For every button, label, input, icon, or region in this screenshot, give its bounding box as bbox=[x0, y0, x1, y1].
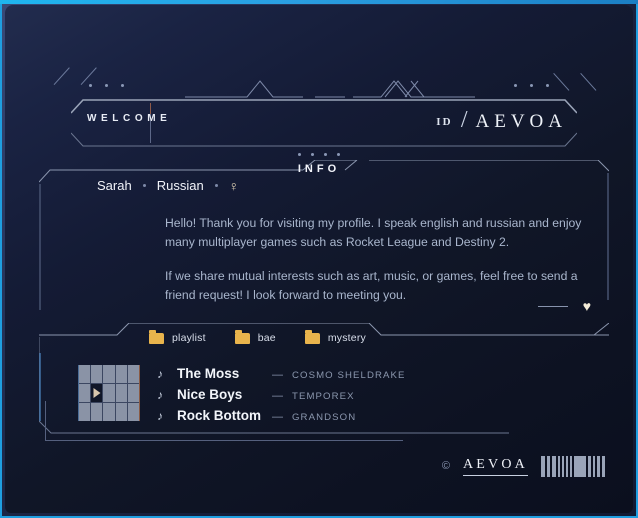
id-label: ID bbox=[436, 115, 453, 128]
album-tile bbox=[127, 365, 139, 383]
track-row[interactable]: ♪ The Moss — COSMO SHELDRAKE bbox=[157, 366, 406, 383]
play-icon[interactable] bbox=[93, 388, 101, 398]
track-dash: — bbox=[272, 369, 283, 381]
footer-divider-tick bbox=[45, 401, 46, 441]
album-tile bbox=[79, 403, 91, 421]
corner-slashes-right bbox=[554, 73, 597, 91]
album-tile bbox=[103, 365, 115, 383]
info-section-title: INFO bbox=[297, 163, 341, 175]
album-tile bbox=[103, 403, 115, 421]
identity-row: Sarah Russian ♀ bbox=[97, 178, 239, 193]
welcome-label: WELCOME bbox=[87, 113, 172, 124]
folder-tab-playlist[interactable]: playlist bbox=[149, 329, 206, 344]
slash-decoration-icon bbox=[554, 73, 570, 91]
dot-icon bbox=[121, 84, 124, 87]
barcode-icon bbox=[541, 456, 605, 477]
header: WELCOME ID / AEVOA bbox=[5, 5, 633, 153]
dot-icon bbox=[514, 84, 517, 87]
heart-icon[interactable]: ♥ bbox=[583, 299, 591, 313]
dot-icon bbox=[324, 153, 327, 156]
id-block: ID / AEVOA bbox=[436, 107, 567, 135]
id-username: AEVOA bbox=[475, 110, 567, 132]
album-tile bbox=[79, 384, 91, 402]
folder-label: playlist bbox=[172, 332, 206, 344]
dot-icon bbox=[337, 153, 340, 156]
folder-label: mystery bbox=[327, 332, 366, 344]
info-dots bbox=[298, 153, 340, 156]
footer-brand: AEVOA bbox=[463, 457, 528, 476]
folder-tabs[interactable]: playlist bae mystery bbox=[149, 329, 366, 344]
slash-decoration-icon bbox=[68, 73, 84, 91]
bio-paragraph: If we share mutual interests such as art… bbox=[165, 269, 578, 302]
album-tile bbox=[91, 365, 103, 383]
corner-slashes-left bbox=[41, 73, 84, 91]
album-tile bbox=[127, 403, 139, 421]
header-dots-right bbox=[514, 84, 549, 87]
slash-decoration-icon bbox=[41, 73, 57, 91]
dot-icon bbox=[546, 84, 549, 87]
track-dash: — bbox=[272, 411, 283, 423]
track-artist: GRANDSON bbox=[292, 412, 357, 423]
slash-decoration-icon bbox=[581, 73, 597, 91]
track-list: ♪ The Moss — COSMO SHELDRAKE ♪ Nice Boys… bbox=[157, 366, 406, 429]
album-tile bbox=[115, 384, 127, 402]
track-title: The Moss bbox=[177, 366, 240, 381]
folder-icon bbox=[149, 329, 164, 344]
id-slash-icon: / bbox=[460, 107, 468, 133]
dot-icon bbox=[530, 84, 533, 87]
profile-card: WELCOME ID / AEVOA INFO Sarah Russian ♀ … bbox=[5, 5, 633, 513]
track-dash: — bbox=[272, 390, 283, 402]
album-art-play-button[interactable] bbox=[78, 365, 140, 421]
divider-line bbox=[537, 305, 568, 307]
track-row[interactable]: ♪ Rock Bottom — GRANDSON bbox=[157, 408, 406, 425]
album-tile bbox=[79, 365, 91, 383]
album-tile bbox=[91, 403, 103, 421]
venus-symbol-icon: ♀ bbox=[228, 177, 240, 194]
header-dots-left bbox=[89, 84, 124, 87]
track-row[interactable]: ♪ Nice Boys — TEMPOREX bbox=[157, 387, 406, 404]
music-note-icon: ♪ bbox=[157, 367, 163, 381]
dot-icon bbox=[89, 84, 92, 87]
bio-text: Hello! Thank you for visiting my profile… bbox=[165, 214, 585, 305]
album-tile bbox=[103, 384, 115, 402]
copyright-icon: © bbox=[441, 460, 450, 472]
profile-card-app: WELCOME ID / AEVOA INFO Sarah Russian ♀ … bbox=[0, 0, 638, 518]
profile-name: Sarah bbox=[97, 178, 132, 193]
dot-icon bbox=[311, 153, 314, 156]
folder-tab-bae[interactable]: bae bbox=[234, 329, 276, 344]
like-row[interactable]: ♥ bbox=[537, 299, 591, 313]
footer: © AEVOA bbox=[442, 456, 605, 477]
folder-icon bbox=[234, 329, 250, 344]
dot-icon bbox=[105, 84, 108, 87]
bio-paragraph: Hello! Thank you for visiting my profile… bbox=[165, 216, 582, 249]
dot-icon bbox=[298, 153, 301, 156]
folder-tab-mystery[interactable]: mystery bbox=[304, 329, 366, 344]
music-note-icon: ♪ bbox=[157, 388, 163, 402]
album-tile bbox=[115, 403, 127, 421]
separator-dot-icon bbox=[142, 184, 146, 187]
footer-divider bbox=[45, 440, 403, 441]
folder-label: bae bbox=[257, 332, 276, 344]
album-tile bbox=[115, 365, 127, 383]
separator-dot-icon bbox=[214, 184, 218, 187]
profile-language: Russian bbox=[156, 178, 204, 193]
music-note-icon: ♪ bbox=[157, 409, 163, 423]
folder-icon bbox=[304, 329, 320, 344]
track-title: Rock Bottom bbox=[177, 408, 261, 423]
play-button-cell[interactable] bbox=[91, 384, 103, 402]
track-artist: COSMO SHELDRAKE bbox=[292, 370, 406, 381]
album-tile bbox=[127, 384, 139, 402]
track-artist: TEMPOREX bbox=[292, 391, 355, 402]
track-title: Nice Boys bbox=[177, 387, 243, 402]
